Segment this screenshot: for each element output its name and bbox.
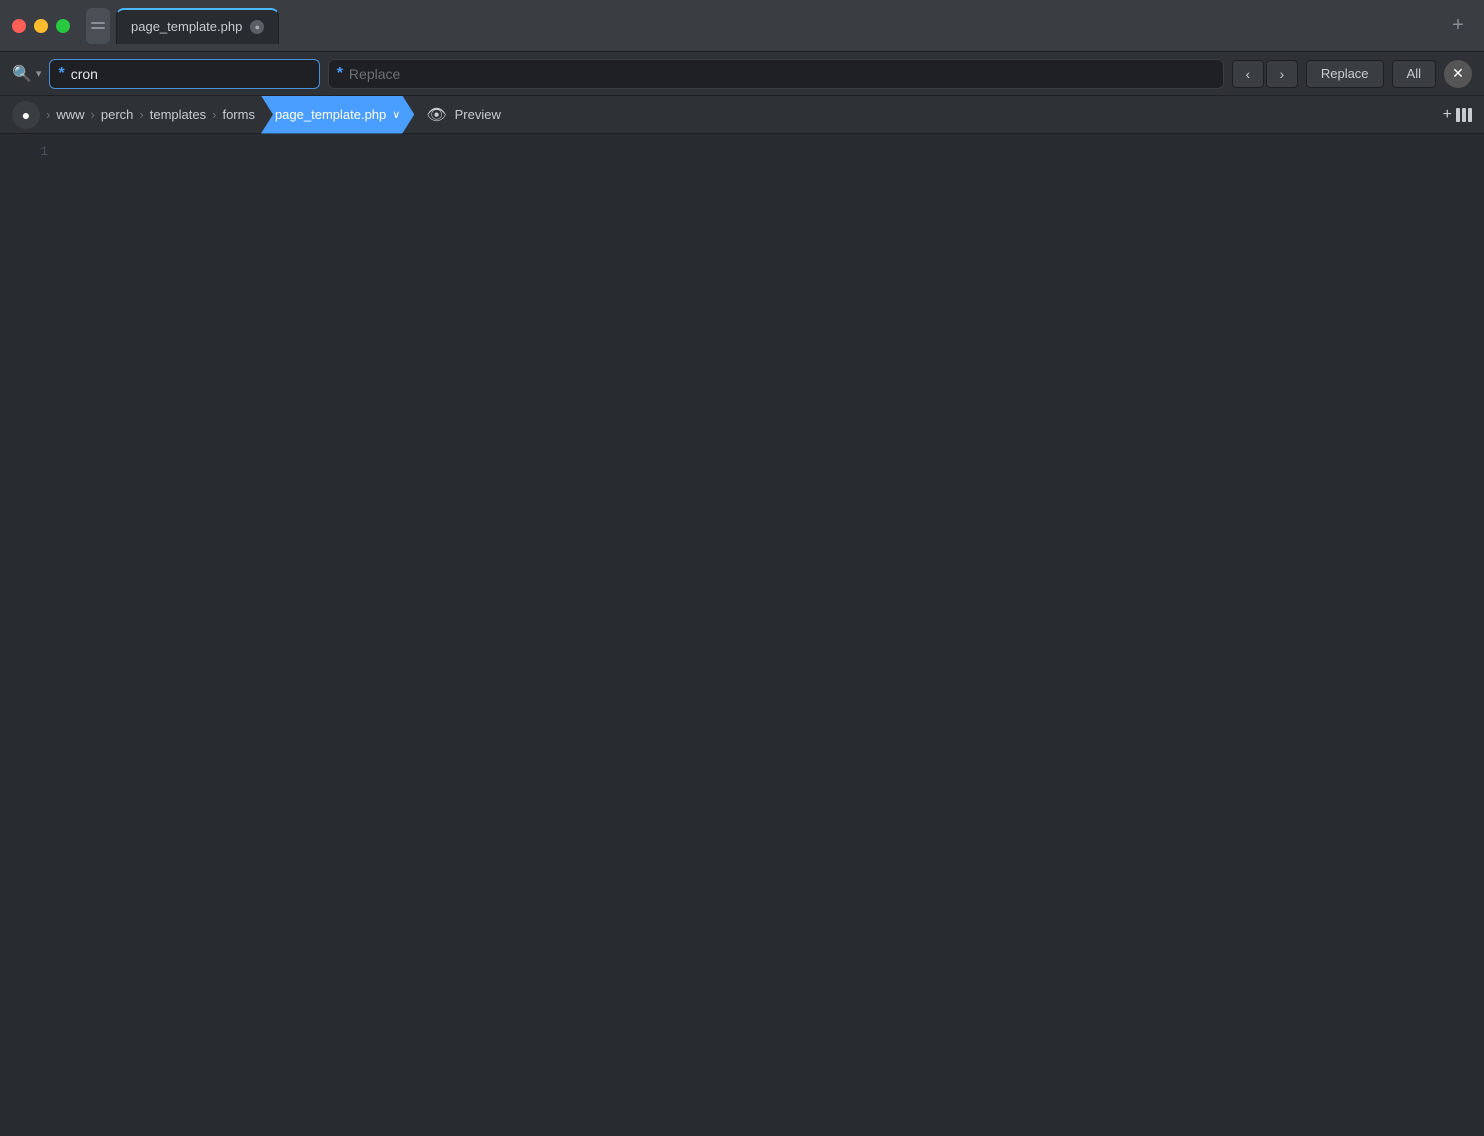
search-regex-icon[interactable]: *	[58, 65, 64, 83]
plus-icon[interactable]: +	[1443, 106, 1452, 124]
title-bar: page_template.php ● +	[0, 0, 1484, 52]
replace-field-group: *	[328, 59, 1224, 89]
search-chevron-icon: ▾	[36, 67, 42, 80]
breadcrumb-separator: ›	[46, 107, 50, 122]
replace-all-button[interactable]: All	[1392, 60, 1436, 88]
add-tab-button[interactable]: +	[1444, 12, 1472, 40]
replace-regex-icon[interactable]: *	[337, 65, 343, 83]
search-field-group: *	[49, 59, 319, 89]
sidebar-icon-bar	[1462, 108, 1466, 122]
preview-section[interactable]: 👁 Preview	[426, 105, 501, 125]
close-search-button[interactable]: ✕	[1444, 60, 1472, 88]
minimize-window-button[interactable]	[34, 19, 48, 33]
search-magnify-button[interactable]: 🔍 ▾	[12, 64, 41, 84]
active-tab[interactable]: page_template.php ●	[116, 8, 279, 44]
line-numbers: 1	[0, 134, 60, 1136]
breadcrumb-forms[interactable]: forms	[222, 107, 255, 122]
breadcrumb-perch[interactable]: perch	[101, 107, 134, 122]
search-prev-button[interactable]: ‹	[1232, 60, 1264, 88]
breadcrumb-www[interactable]: www	[56, 107, 84, 122]
breadcrumb-active-item[interactable]: page_template.php ∨	[261, 96, 414, 134]
sidebar-toggle-icon[interactable]	[1456, 108, 1472, 122]
breadcrumb-templates[interactable]: templates	[150, 107, 206, 122]
eye-icon: 👁	[426, 105, 446, 125]
preview-label: Preview	[455, 107, 501, 122]
editor-content[interactable]	[60, 134, 1484, 1136]
breadcrumb-separator: ›	[212, 107, 216, 122]
maximize-window-button[interactable]	[56, 19, 70, 33]
sidebar-icon-bar	[1456, 108, 1460, 122]
breadcrumb-home-button[interactable]: ●	[12, 101, 40, 129]
window-controls	[12, 19, 70, 33]
replace-input[interactable]	[349, 66, 1215, 82]
home-icon: ●	[22, 107, 30, 123]
breadcrumb-separator: ›	[91, 107, 95, 122]
search-navigation: ‹ ›	[1232, 60, 1298, 88]
tab-close-button[interactable]: ●	[250, 20, 264, 34]
tab-switcher-line	[91, 22, 105, 24]
line-number: 1	[0, 142, 48, 162]
tab-title: page_template.php	[131, 19, 242, 34]
search-next-button[interactable]: ›	[1266, 60, 1298, 88]
replace-button[interactable]: Replace	[1306, 60, 1384, 88]
search-magnify-icon: 🔍	[12, 64, 32, 84]
breadcrumb-active-label: page_template.php	[275, 107, 386, 122]
breadcrumb-extras[interactable]: +	[1443, 106, 1472, 124]
close-window-button[interactable]	[12, 19, 26, 33]
breadcrumb-bar: ● › www › perch › templates › forms page…	[0, 96, 1484, 134]
sidebar-icon-bar	[1468, 108, 1472, 122]
editor-area: 1	[0, 134, 1484, 1136]
breadcrumb-dropdown-icon[interactable]: ∨	[392, 108, 400, 121]
search-input[interactable]	[71, 66, 311, 82]
search-bar: 🔍 ▾ * * ‹ › Replace All ✕	[0, 52, 1484, 96]
tab-switcher-line	[91, 27, 105, 29]
tab-switcher-button[interactable]	[86, 8, 110, 44]
breadcrumb-separator: ›	[139, 107, 143, 122]
